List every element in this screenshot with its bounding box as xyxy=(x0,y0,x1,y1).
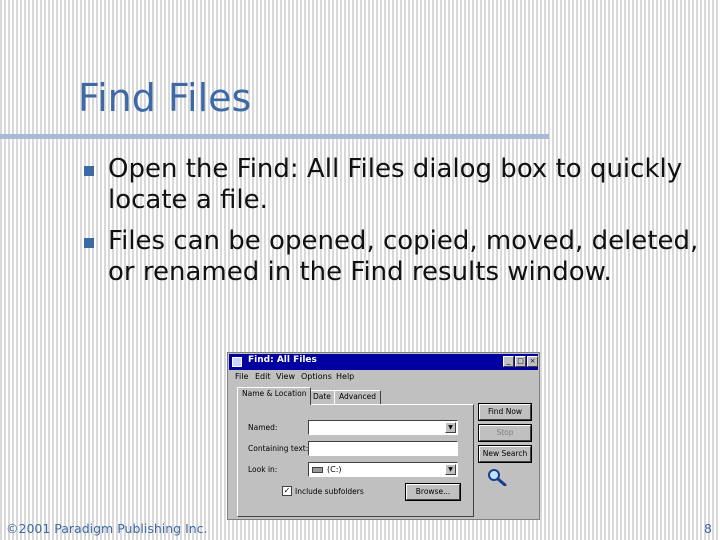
square-bullet-icon xyxy=(84,238,94,248)
chevron-down-icon[interactable]: ▼ xyxy=(445,464,456,475)
dialog-titlebar: Find: All Files _ □ × xyxy=(229,354,538,370)
menu-view[interactable]: View xyxy=(276,372,295,381)
drive-icon xyxy=(312,467,323,473)
dialog-title: Find: All Files xyxy=(248,355,317,365)
slide-title: Find Files xyxy=(78,76,252,120)
bullet-item: Open the Find: All Files dialog box to q… xyxy=(84,154,714,216)
stop-button[interactable]: Stop xyxy=(478,424,532,442)
containing-text-label: Containing text: xyxy=(248,444,309,453)
named-label: Named: xyxy=(248,423,278,432)
menu-help[interactable]: Help xyxy=(336,372,354,381)
include-subfolders-label: Include subfolders xyxy=(295,487,364,496)
magnifier-icon xyxy=(488,469,507,486)
tab-name-location[interactable]: Name & Location xyxy=(237,387,312,405)
minimize-icon[interactable]: _ xyxy=(503,356,514,367)
tab-advanced[interactable]: Advanced xyxy=(334,390,382,405)
find-window-icon xyxy=(232,357,242,367)
include-subfolders-checkbox[interactable]: ✓ xyxy=(282,486,292,496)
page-number: 8 xyxy=(704,521,712,536)
chevron-down-icon[interactable]: ▼ xyxy=(445,422,456,433)
browse-button[interactable]: Browse... xyxy=(405,483,461,501)
close-icon[interactable]: × xyxy=(527,356,538,367)
bullet-item: Files can be opened, copied, moved, dele… xyxy=(84,226,714,288)
tab-date[interactable]: Date xyxy=(308,390,336,405)
named-combobox[interactable]: ▼ xyxy=(308,420,458,435)
menu-file[interactable]: File xyxy=(235,372,248,381)
new-search-button[interactable]: New Search xyxy=(478,445,532,463)
look-in-combobox[interactable]: (C:) ▼ xyxy=(308,462,458,477)
menu-edit[interactable]: Edit xyxy=(255,372,271,381)
dialog-menubar: File Edit View Options Help xyxy=(231,371,536,385)
square-bullet-icon xyxy=(84,166,94,176)
bullet-list: Open the Find: All Files dialog box to q… xyxy=(84,154,714,298)
containing-text-input[interactable] xyxy=(308,441,458,456)
menu-options[interactable]: Options xyxy=(301,372,332,381)
copyright-footer: ©2001 Paradigm Publishing Inc. xyxy=(6,521,208,536)
find-dialog-screenshot: Find: All Files _ □ × File Edit View Opt… xyxy=(227,352,540,520)
look-in-value: (C:) xyxy=(327,465,342,474)
look-in-label: Look in: xyxy=(248,465,278,474)
bullet-text: Open the Find: All Files dialog box to q… xyxy=(108,154,683,215)
maximize-icon[interactable]: □ xyxy=(515,356,526,367)
find-now-button[interactable]: Find Now xyxy=(478,403,532,421)
title-underline xyxy=(0,134,549,139)
bullet-text: Files can be opened, copied, moved, dele… xyxy=(108,226,699,287)
